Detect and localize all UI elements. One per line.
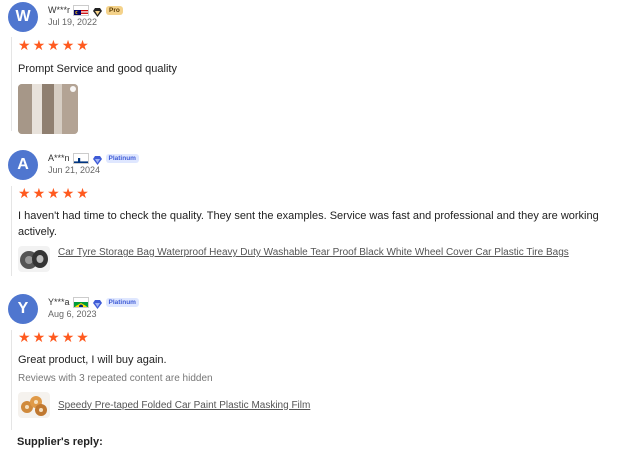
review-body: ★ ★ ★ ★ ★ Prompt Service and good quality xyxy=(11,37,177,134)
diamond-badge-icon xyxy=(92,153,103,165)
avatar: A xyxy=(8,150,38,180)
review-text: I haven't had time to check the quality.… xyxy=(18,210,599,238)
product-link[interactable]: Car Tyre Storage Bag Waterproof Heavy Du… xyxy=(58,246,613,259)
review-date: Aug 6, 2023 xyxy=(48,309,97,319)
review-date: Jul 19, 2022 xyxy=(48,17,98,27)
reviewer-name: W***r xyxy=(48,5,70,15)
supplier-reply-label: Supplier's reply: xyxy=(17,436,103,448)
star-icon: ★ xyxy=(32,329,46,345)
product-thumbnail[interactable] xyxy=(18,392,50,418)
membership-badge: Pro xyxy=(106,5,123,15)
diamond-badge-icon xyxy=(92,5,103,17)
review-text: Prompt Service and good quality xyxy=(18,63,177,75)
finland-flag-icon xyxy=(72,152,89,164)
membership-badge: Platinum xyxy=(105,153,139,163)
brazil-flag-icon xyxy=(72,296,89,308)
star-icon: ★ xyxy=(18,329,31,345)
hidden-reviews-note: Reviews with 3 repeated content are hidd… xyxy=(18,373,213,384)
star-icon: ★ xyxy=(76,37,89,53)
membership-badge: Platinum xyxy=(105,297,139,307)
star-rating: ★ ★ ★ ★ ★ xyxy=(18,330,618,344)
star-icon: ★ xyxy=(76,329,89,345)
diamond-badge-icon xyxy=(92,297,103,309)
review-text: Great product, I will buy again. xyxy=(18,354,167,366)
review-photo[interactable] xyxy=(18,84,78,134)
review-body: ★ ★ ★ ★ ★ I haven't had time to check the qu… xyxy=(11,186,618,276)
star-icon: ★ xyxy=(18,185,31,201)
star-rating: ★ ★ ★ ★ ★ xyxy=(18,38,177,52)
product-row: Car Tyre Storage Bag Waterproof Heavy Du… xyxy=(18,246,618,272)
malaysia-flag-icon xyxy=(73,4,89,16)
star-icon: ★ xyxy=(61,185,75,201)
product-row: Speedy Pre-taped Folded Car Paint Plasti… xyxy=(18,392,618,418)
star-icon: ★ xyxy=(61,37,75,53)
review-date: Jun 21, 2024 xyxy=(48,165,101,175)
star-icon: ★ xyxy=(61,329,75,345)
product-link[interactable]: Speedy Pre-taped Folded Car Paint Plasti… xyxy=(58,399,310,412)
product-thumbnail[interactable] xyxy=(18,246,50,272)
star-icon: ★ xyxy=(47,185,60,201)
reviewer-name: A***n xyxy=(48,153,70,163)
avatar: Y xyxy=(8,294,38,324)
star-icon: ★ xyxy=(76,185,89,201)
star-icon: ★ xyxy=(18,37,31,53)
reviewer-name: Y***a xyxy=(48,297,70,307)
star-icon: ★ xyxy=(47,329,60,345)
avatar: W xyxy=(8,2,38,32)
star-icon: ★ xyxy=(32,185,46,201)
star-rating: ★ ★ ★ ★ ★ xyxy=(18,186,618,200)
star-icon: ★ xyxy=(47,37,60,53)
star-icon: ★ xyxy=(32,37,46,53)
review-body: ★ ★ ★ ★ ★ Great product, I will buy again. R… xyxy=(11,330,618,430)
